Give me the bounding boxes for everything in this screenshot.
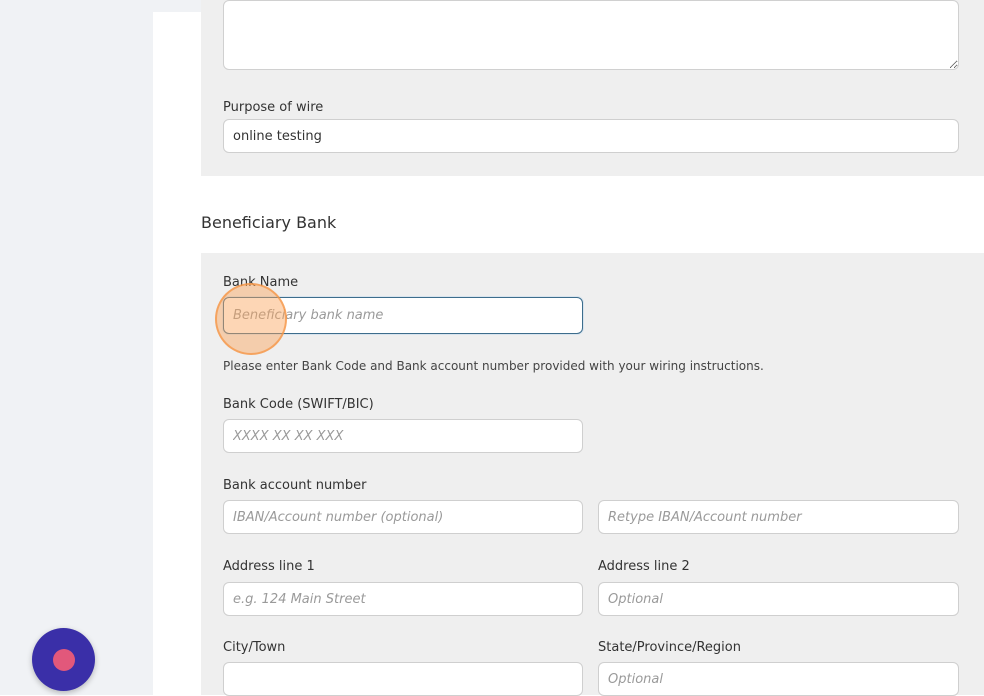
record-button[interactable] — [32, 628, 95, 691]
left-sidebar — [0, 12, 153, 695]
city-input[interactable] — [223, 662, 583, 696]
bank-name-label: Bank Name — [223, 275, 299, 290]
bank-account-label: Bank account number — [223, 478, 367, 493]
address-line2-label: Address line 2 — [598, 559, 690, 574]
bank-name-input[interactable] — [223, 297, 583, 334]
purpose-label: Purpose of wire — [223, 100, 324, 115]
purpose-input[interactable] — [223, 119, 959, 153]
bank-code-label: Bank Code (SWIFT/BIC) — [223, 397, 374, 412]
city-label: City/Town — [223, 640, 286, 655]
notes-textarea[interactable] — [223, 0, 959, 70]
bank-account-input[interactable] — [223, 500, 583, 534]
address-line2-input[interactable] — [598, 582, 959, 616]
address-line1-input[interactable] — [223, 582, 583, 616]
beneficiary-bank-title: Beneficiary Bank — [201, 213, 337, 232]
bank-code-input[interactable] — [223, 419, 583, 453]
record-dot-icon — [52, 648, 75, 671]
state-input[interactable] — [598, 662, 959, 696]
bank-code-hint: Please enter Bank Code and Bank account … — [223, 359, 764, 373]
bank-account-retype-input[interactable] — [598, 500, 959, 534]
state-label: State/Province/Region — [598, 640, 741, 655]
address-line1-label: Address line 1 — [223, 559, 315, 574]
